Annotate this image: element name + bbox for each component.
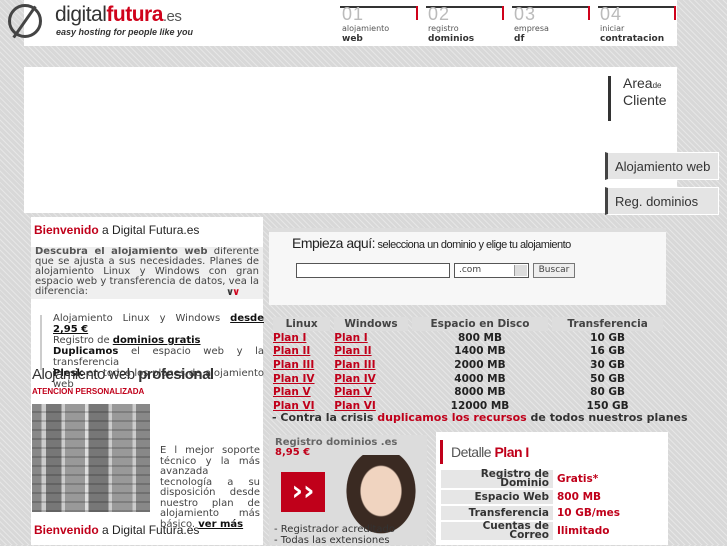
- table-row: Plan V Plan V 8000 MB 80 GB: [273, 385, 663, 399]
- welcome-heading-footer: Bienvenido a Digital Futura.es: [34, 523, 200, 537]
- tld-select[interactable]: .com: [454, 263, 529, 278]
- linux-plan-link[interactable]: Plan IV: [273, 373, 315, 385]
- linux-plan-link[interactable]: Plan VI: [273, 400, 315, 412]
- logo-tagline: easy hosting for people like you: [56, 27, 194, 37]
- detail-value: Gratis*: [557, 473, 599, 485]
- table-row: Cuentas de Correo Ilimitado: [441, 521, 667, 540]
- table-row: Registro de Dominio Gratis*: [441, 469, 667, 488]
- side-button-alojamiento-web[interactable]: Alojamiento web: [605, 152, 719, 180]
- nav-iniciar-contratacion[interactable]: 04 iniciar contratacion: [598, 4, 676, 46]
- promo-feature: - Todas las extensiones: [274, 535, 390, 546]
- table-row: Plan III Plan III 2000 MB 30 GB: [273, 358, 663, 372]
- detail-value: 10 GB/mes: [557, 507, 621, 519]
- plan-detail-title: Detalle Plan I: [440, 440, 529, 464]
- column-header: Linux: [273, 317, 331, 331]
- search-button[interactable]: Buscar: [533, 263, 575, 278]
- servers-image: [32, 404, 150, 512]
- detail-value: Ilimitado: [557, 525, 610, 537]
- nav-label-line1: alojamiento: [342, 24, 390, 33]
- table-row: Espacio Web 800 MB: [441, 490, 667, 504]
- table-row: Plan IV Plan IV 4000 MB 50 GB: [273, 372, 663, 386]
- windows-plan-link[interactable]: Plan III: [334, 359, 375, 371]
- column-header: Windows: [334, 317, 408, 331]
- detail-label: Espacio Web: [441, 490, 553, 504]
- windows-plan-link[interactable]: Plan VI: [334, 400, 376, 412]
- linux-plan-link[interactable]: Plan I: [273, 332, 306, 344]
- disk-space-cell: 4000 MB: [454, 372, 506, 385]
- table-row: Plan II Plan II 1400 MB 16 GB: [273, 345, 663, 359]
- list-item: Registro de dominios gratis: [53, 335, 201, 346]
- detail-label: Registro de Dominio: [441, 469, 553, 488]
- chevron-right-icon[interactable]: ››: [281, 472, 325, 512]
- promo-price: 8,95 €: [275, 447, 311, 458]
- detail-value: 800 MB: [557, 491, 602, 503]
- nav-label-line2: df: [514, 34, 525, 44]
- nav-label-line1: iniciar: [600, 24, 625, 33]
- welcome-heading: Bienvenido a Digital Futura.es: [34, 223, 200, 237]
- chevron-down-icon[interactable]: ∨∨: [226, 287, 240, 298]
- domain-search-input[interactable]: [296, 263, 450, 278]
- disk-space-cell: 2000 MB: [454, 358, 506, 371]
- column-header: Espacio en Disco: [411, 317, 549, 331]
- search-title: Empieza aquí: selecciona un dominio y el…: [292, 235, 571, 251]
- list-item: Alojamiento Linux y Windows desde 2,95 €: [53, 313, 264, 335]
- windows-plan-link[interactable]: Plan II: [334, 345, 371, 357]
- promo-feature: - Registrador acreditado: [274, 524, 396, 535]
- nav-alojamiento-web[interactable]: 01 alojamiento web: [340, 4, 418, 46]
- plans-table: Linux Windows Espacio en Disco Transfere…: [269, 317, 667, 413]
- detail-label: Cuentas de Correo: [441, 521, 553, 540]
- transfer-cell: 10 GB: [590, 331, 626, 344]
- windows-plan-link[interactable]: Plan IV: [334, 373, 376, 385]
- nav-number: 01: [342, 4, 365, 24]
- nav-label-line2: web: [342, 34, 363, 44]
- professional-heading: Alojamiento web profesional: [32, 366, 214, 383]
- nav-registro-dominios[interactable]: 02 registro dominios: [426, 4, 504, 46]
- side-button-reg-dominios[interactable]: Reg. dominios: [605, 187, 719, 215]
- transfer-cell: 50 GB: [590, 372, 626, 385]
- nav-label-line2: dominios: [428, 34, 475, 44]
- table-row: Transferencia 10 GB/mes: [441, 506, 667, 520]
- transfer-cell: 16 GB: [590, 345, 626, 358]
- linux-plan-link[interactable]: Plan II: [273, 345, 310, 357]
- linux-plan-link[interactable]: Plan V: [273, 386, 311, 398]
- table-row: Plan I Plan I 800 MB 10 GB: [273, 331, 663, 345]
- disk-space-cell: 1400 MB: [454, 345, 506, 358]
- nav-label-line1: registro: [428, 24, 459, 33]
- ver-mas-link[interactable]: ver más: [198, 519, 243, 530]
- disk-space-cell: 800 MB: [457, 331, 502, 344]
- logo-icon[interactable]: [8, 4, 42, 38]
- logo[interactable]: digitalfutura.es: [55, 3, 182, 27]
- detail-label: Transferencia: [441, 506, 553, 520]
- dominios-gratis-link[interactable]: dominios gratis: [113, 335, 201, 346]
- support-text: E l mejor soporte técnico y la más avanz…: [160, 445, 260, 530]
- column-header: Transferencia: [552, 317, 663, 331]
- nav-label-line2: contratacion: [600, 34, 665, 44]
- main-panel: [24, 67, 677, 213]
- area-cliente-link[interactable]: Areade Cliente: [608, 76, 668, 121]
- transfer-cell: 80 GB: [590, 386, 626, 399]
- nav-number: 02: [428, 4, 451, 24]
- plan-detail-table: Registro de Dominio Gratis* Espacio Web …: [441, 468, 667, 542]
- nav-number: 04: [600, 4, 623, 24]
- nav-label-line1: empresa: [514, 24, 549, 33]
- disk-space-cell: 8000 MB: [454, 386, 506, 399]
- professional-subheading: ATENCION PERSONALIZADA: [32, 387, 145, 396]
- list-item: Duplicamos el espacio web y la transfere…: [53, 346, 264, 368]
- windows-plan-link[interactable]: Plan V: [334, 386, 372, 398]
- transfer-cell: 30 GB: [590, 358, 626, 371]
- linux-plan-link[interactable]: Plan III: [273, 359, 314, 371]
- nav-number: 03: [514, 4, 537, 24]
- windows-plan-link[interactable]: Plan I: [334, 332, 367, 344]
- nav-empresa-df[interactable]: 03 empresa df: [512, 4, 590, 46]
- crisis-note: - Contra la crisis duplicamos los recurs…: [272, 411, 688, 424]
